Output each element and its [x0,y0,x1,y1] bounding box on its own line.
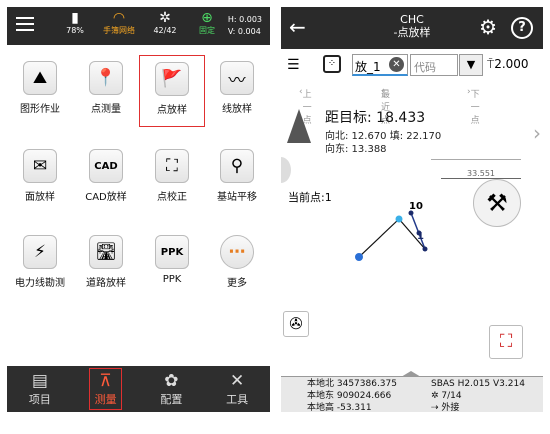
cad-stakeout-icon: CAD [89,149,123,183]
stake-icon[interactable]: ⛶ [489,325,523,359]
map-view[interactable]: 33.551 当前点:1 ⚒ 10 1 ✇ ⛶ [281,153,543,377]
ppk-icon: PPK [155,235,189,269]
next-point-button[interactable]: › 下一点 [467,87,480,126]
area-stakeout-icon: ✉ [23,149,57,183]
list-icon[interactable]: ☰ [287,57,300,73]
app-more[interactable]: ⋯ 更多 [204,229,270,301]
app-point-calibration[interactable]: ⛶ 点校正 [139,143,205,215]
screen-title: CHC -点放样 [393,13,431,39]
local-coordinates: 本地北 3457386.375 本地东 909024.666 本地高 -53.3… [307,379,397,412]
coordinate-panel: 本地北 3457386.375 本地东 909024.666 本地高 -53.3… [281,371,543,412]
current-position-marker [355,253,363,261]
app-ppk[interactable]: PPK PPK [139,229,205,301]
bottom-nav: ▤ 项目 ⊼ 测量 ✿ 配置 ✕ 工具 [7,366,270,412]
line-stakeout-icon: 〰 [220,61,254,95]
fix-status: ⊕ 固定 [183,10,231,36]
point-input-row: ☰ ⁘ 放_1 ✕ 代码 ▼ ⍑2.000 [281,53,543,77]
prev-point-button[interactable]: ‹ 上一点 [299,87,312,126]
distance-to-target: 距目标: 18.433 [325,110,426,126]
tools-icon: ✕ [230,371,245,391]
gnss-status: SBAS H2.015 V3.214 ✲ 7/14 ⇢ 外接 [431,379,525,412]
app-point-survey[interactable]: 📍 点测量 [73,55,139,127]
film-icon[interactable]: ✇ [283,311,309,337]
stakeout-info: 距目标: 18.433 向北: 12.670 填: 22.170 向东: 13.… [281,103,543,157]
right-phone-screen: ← CHC -点放样 ⚙ ? ☰ ⁘ 放_1 ✕ 代码 ▼ ⍑2.000 ‹ 上… [281,7,543,412]
dropdown-button[interactable]: ▼ [459,54,483,76]
app-point-stakeout[interactable]: 🚩 点放样 [139,55,205,127]
highlight-box [88,368,122,410]
satellite-icon: ✲ [431,391,439,401]
app-road-stakeout[interactable]: 🛣 道路放样 [73,229,139,301]
antenna-height[interactable]: ⍑2.000 [487,57,529,72]
chevron-right-icon[interactable]: › [533,121,541,145]
network-status: ◠ 手簿网络 [95,10,143,36]
battery-icon: ▮ [71,10,79,26]
app-graph-work[interactable]: ⛰ 图形作业 [7,55,73,127]
base-shift-icon: ⚲ [220,149,254,183]
app-power-line[interactable]: ⚡ 电力线勘测 [7,229,73,301]
point-stakeout-icon: 🚩 [155,62,189,96]
point-survey-icon: 📍 [89,61,123,95]
road-stakeout-icon: 🛣 [89,235,123,269]
satellite-status: ✲ 42/42 [141,10,189,36]
status-bar: ▮ 78% ◠ 手簿网络 ✲ 42/42 ⊕ 固定 H: 0.003 V: 0.… [7,7,270,45]
code-input[interactable]: 代码 [410,54,458,76]
top-bar: ← CHC -点放样 ⚙ ? [281,7,543,49]
map-point-label: 10 [409,201,423,212]
nav-survey[interactable]: ⊼ 测量 [73,366,139,412]
point-calibration-icon: ⛶ [155,149,189,183]
link-icon: ⇢ [431,403,439,412]
left-phone-screen: ▮ 78% ◠ 手簿网络 ✲ 42/42 ⊕ 固定 H: 0.003 V: 0.… [7,7,270,412]
graph-work-icon: ⛰ [23,61,57,95]
gear-icon[interactable]: ⚙ [479,15,497,39]
app-area-stakeout[interactable]: ✉ 面放样 [7,143,73,215]
nav-project[interactable]: ▤ 项目 [7,366,73,412]
precision-readout: H: 0.003 V: 0.004 [227,15,262,36]
map-point-label: 1 [417,231,424,242]
target-marker [395,215,403,223]
menu-icon[interactable] [16,17,34,31]
app-base-shift[interactable]: ⚲ 基站平移 [204,143,270,215]
battery-status: ▮ 78% [51,10,99,36]
expand-handle[interactable] [401,371,421,377]
help-icon[interactable]: ? [511,17,533,39]
config-icon: ✿ [164,371,179,391]
app-cad-stakeout[interactable]: CAD CAD放样 [73,143,139,215]
satellite-icon: ✲ [159,10,171,26]
crosshair-icon: ⊕ [201,10,213,26]
clear-icon[interactable]: ✕ [389,57,404,72]
nav-tools[interactable]: ✕ 工具 [204,366,270,412]
power-line-icon: ⚡ [23,235,57,269]
nav-config[interactable]: ✿ 配置 [139,366,205,412]
app-line-stakeout[interactable]: 〰 线放样 [204,55,270,127]
wifi-icon: ◠ [112,10,126,26]
dice-icon[interactable]: ⁘ [323,55,341,73]
more-icon: ⋯ [220,235,254,269]
project-icon: ▤ [31,371,48,391]
direction-arrow-icon [287,109,311,143]
